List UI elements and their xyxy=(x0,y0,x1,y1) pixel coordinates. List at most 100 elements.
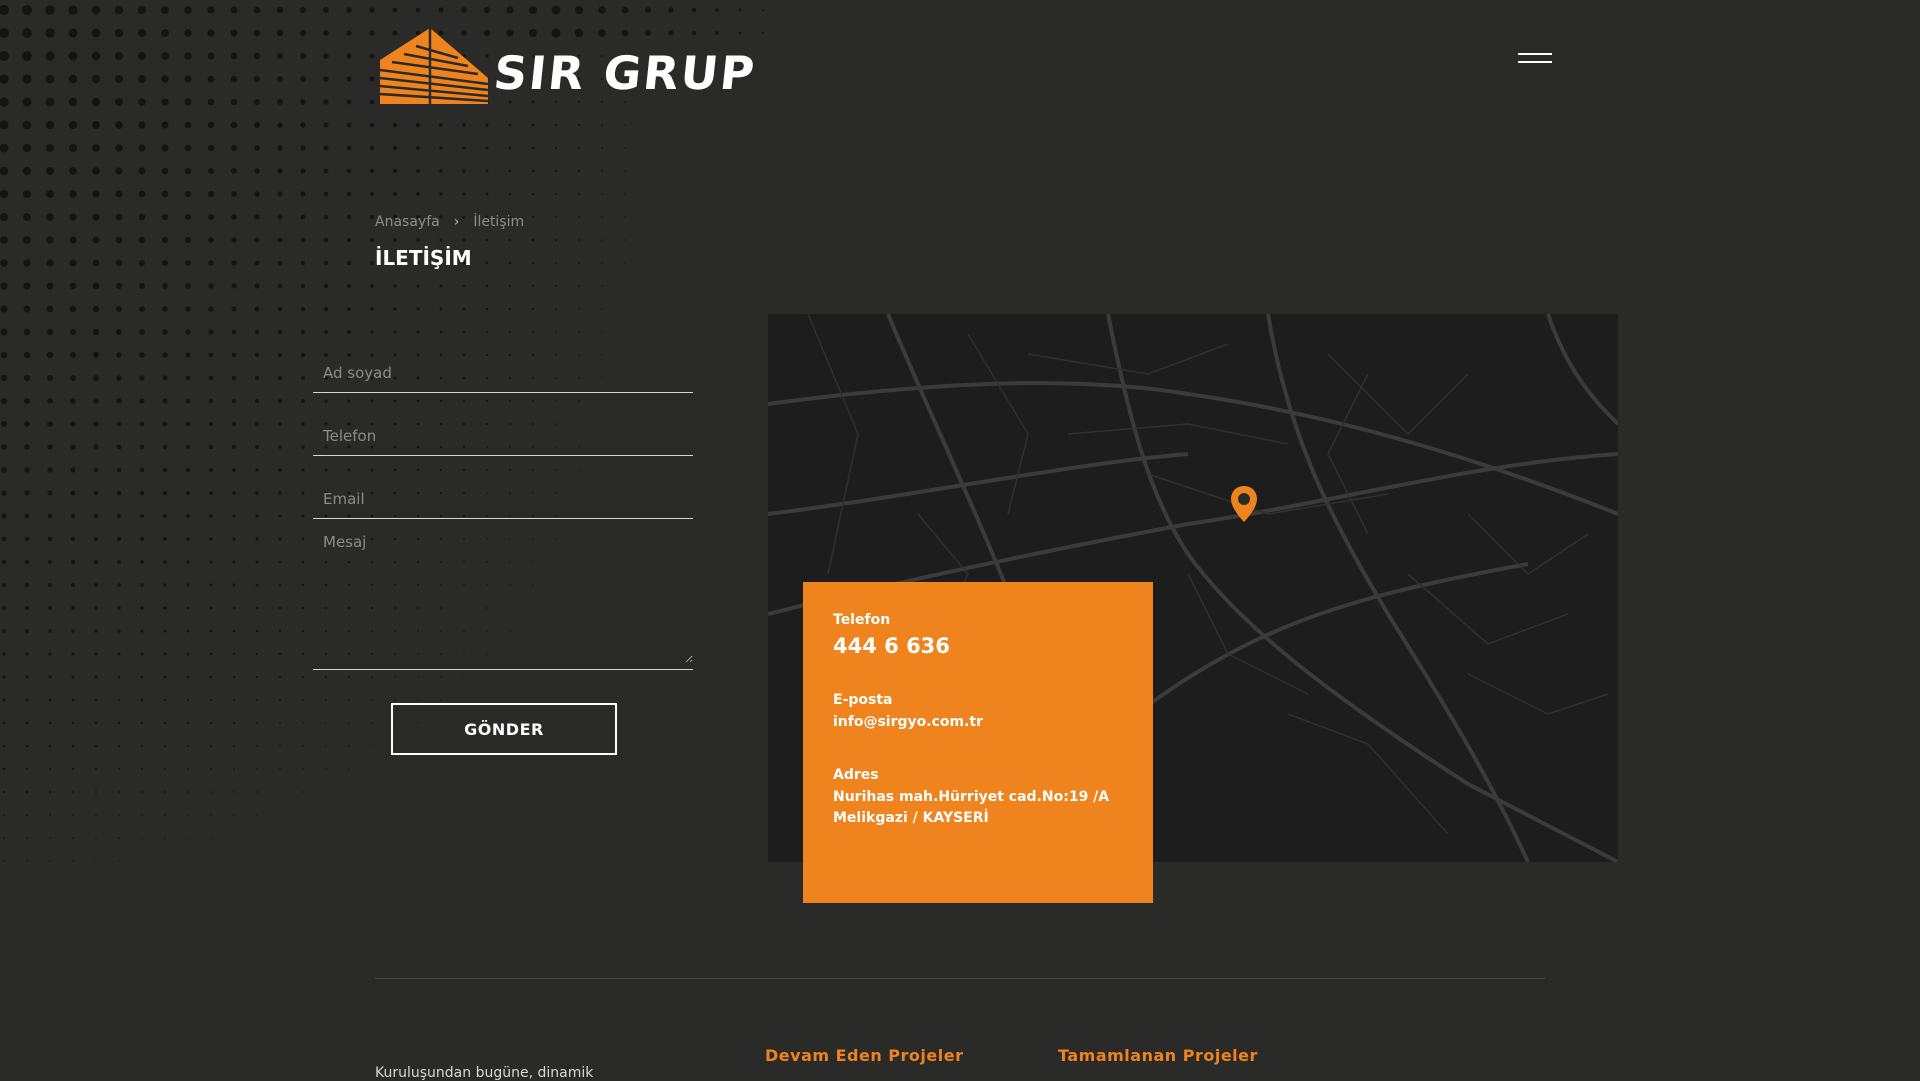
halftone-dot xyxy=(115,144,123,152)
address-line-1: Nurihas mah.Hürriyet cad.No:19 /A xyxy=(833,789,1110,805)
halftone-dot xyxy=(186,629,190,633)
halftone-dot xyxy=(69,259,77,267)
halftone-dot xyxy=(371,745,373,747)
halftone-dot xyxy=(277,76,283,82)
halftone-dot xyxy=(68,74,78,84)
halftone-dot xyxy=(208,191,214,197)
halftone-dot xyxy=(0,328,8,336)
halftone-dot xyxy=(93,536,99,542)
halftone-dot xyxy=(46,282,54,290)
halftone-dot xyxy=(70,513,76,519)
halftone-dot xyxy=(2,721,6,725)
halftone-dot xyxy=(323,145,329,151)
halftone-dot xyxy=(531,307,535,311)
halftone-dot xyxy=(22,143,32,153)
halftone-dot xyxy=(232,698,236,702)
halftone-dot xyxy=(302,791,304,793)
halftone-dot xyxy=(300,191,306,197)
halftone-dot xyxy=(1,582,7,588)
footer-heading-ongoing-projects[interactable]: Devam Eden Projeler xyxy=(765,1046,963,1065)
halftone-dot xyxy=(508,284,512,288)
halftone-dot xyxy=(254,214,260,220)
hamburger-icon[interactable] xyxy=(1518,50,1552,66)
phone-input[interactable] xyxy=(313,427,693,445)
halftone-dot xyxy=(2,652,6,656)
halftone-dot xyxy=(184,190,192,198)
halftone-dot xyxy=(209,537,213,541)
halftone-dot xyxy=(256,791,258,793)
halftone-dot xyxy=(163,629,167,633)
halftone-dot xyxy=(1,605,7,611)
halftone-dot xyxy=(394,699,396,701)
name-input[interactable] xyxy=(313,364,693,382)
halftone-dot xyxy=(416,284,420,288)
halftone-dot xyxy=(210,745,212,747)
halftone-dot xyxy=(277,145,283,151)
halftone-dot xyxy=(26,814,28,816)
halftone-dot xyxy=(300,329,306,335)
halftone-dot xyxy=(92,167,100,175)
halftone-dot xyxy=(277,375,283,381)
halftone-dot xyxy=(416,169,420,173)
halftone-dot xyxy=(140,721,144,725)
halftone-dot xyxy=(71,675,75,679)
halftone-dot xyxy=(115,305,123,313)
halftone-dot xyxy=(462,307,466,311)
halftone-dot xyxy=(1,444,7,450)
halftone-dot xyxy=(47,421,53,427)
halftone-dot xyxy=(210,791,212,793)
halftone-dot xyxy=(578,262,580,264)
halftone-dot xyxy=(185,375,191,381)
halftone-dot xyxy=(0,259,8,267)
halftone-dot xyxy=(483,6,491,14)
halftone-dot xyxy=(162,444,168,450)
halftone-dot xyxy=(138,121,146,129)
halftone-dot xyxy=(139,513,145,519)
footer-heading-completed-projects[interactable]: Tamamlanan Projeler xyxy=(1058,1046,1258,1065)
halftone-dot xyxy=(25,698,29,702)
halftone-dot xyxy=(300,306,306,312)
halftone-dot xyxy=(207,29,215,37)
breadcrumb-home-link[interactable]: Anasayfa xyxy=(375,214,440,230)
halftone-dot xyxy=(184,52,192,60)
halftone-dot xyxy=(254,329,260,335)
halftone-dot xyxy=(325,676,327,678)
halftone-dot xyxy=(439,123,443,127)
email-input[interactable] xyxy=(313,490,693,508)
halftone-dot xyxy=(48,675,52,679)
halftone-dot xyxy=(163,698,167,702)
map-pin-icon[interactable] xyxy=(1230,485,1258,523)
halftone-dot xyxy=(24,536,30,542)
send-button[interactable]: GÖNDER xyxy=(391,703,617,755)
halftone-dot xyxy=(117,675,121,679)
halftone-dot xyxy=(91,5,101,15)
halftone-dot xyxy=(531,169,535,173)
halftone-dot xyxy=(118,860,120,862)
halftone-dot xyxy=(115,190,123,198)
email-value[interactable]: info@sirgyo.com.tr xyxy=(833,712,1123,733)
halftone-dot xyxy=(578,193,580,195)
phone-value[interactable]: 444 6 636 xyxy=(833,634,1123,658)
halftone-dot xyxy=(347,284,351,288)
halftone-dot xyxy=(369,53,375,59)
chevron-right-icon: › xyxy=(453,214,460,230)
halftone-dot xyxy=(139,467,145,473)
halftone-dot xyxy=(531,284,535,288)
halftone-dot xyxy=(68,5,78,15)
halftone-dot xyxy=(23,213,31,221)
message-textarea[interactable] xyxy=(313,533,693,663)
halftone-dot xyxy=(348,768,350,770)
halftone-dot xyxy=(0,143,9,153)
halftone-dot xyxy=(624,170,626,172)
halftone-dot xyxy=(233,722,235,724)
halftone-dot xyxy=(370,307,374,311)
logo[interactable]: SIR GRUP xyxy=(378,26,778,108)
halftone-dot xyxy=(25,652,29,656)
halftone-dot xyxy=(70,421,76,427)
halftone-dot xyxy=(0,166,9,176)
halftone-dot xyxy=(300,214,306,220)
halftone-dot xyxy=(23,236,31,244)
halftone-dot xyxy=(208,444,214,450)
halftone-dot xyxy=(554,123,558,127)
halftone-dot xyxy=(141,791,143,793)
